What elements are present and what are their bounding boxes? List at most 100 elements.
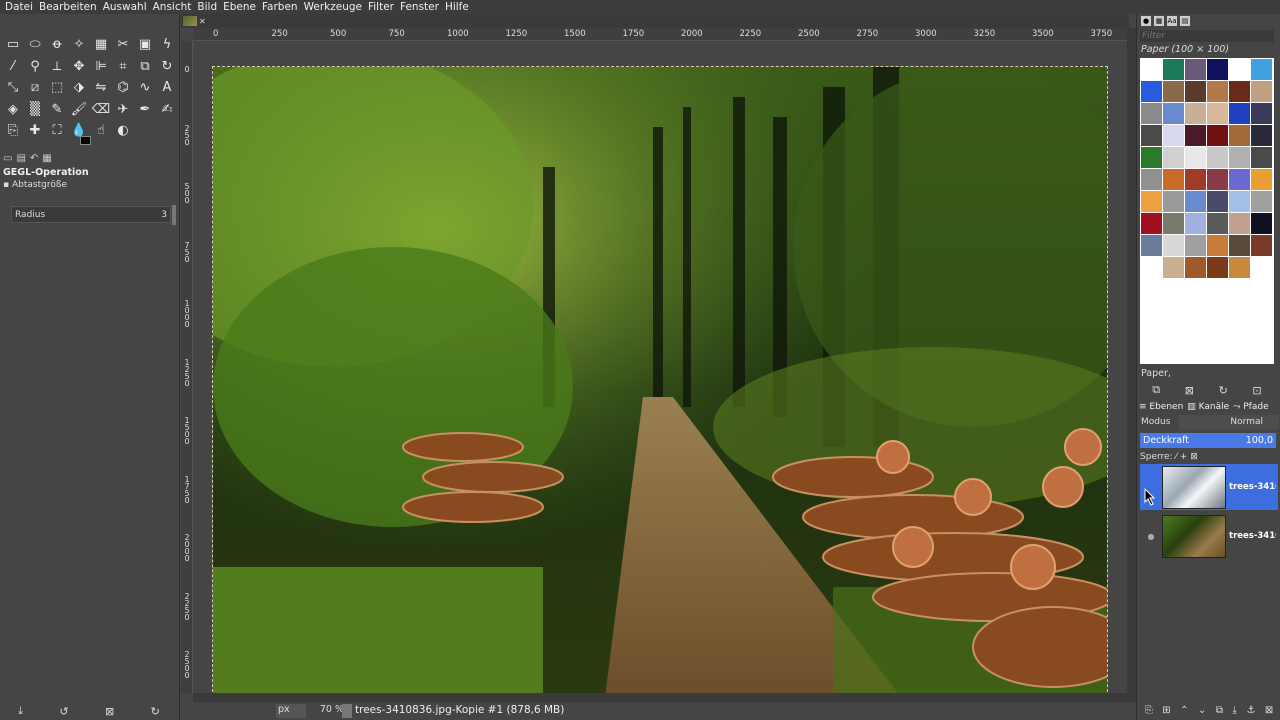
pattern-swatch[interactable] xyxy=(1251,81,1272,102)
lower-layer-icon[interactable]: ⌄ xyxy=(1198,705,1206,716)
pattern-swatch[interactable] xyxy=(1185,103,1206,124)
pattern-swatch[interactable] xyxy=(1141,81,1162,102)
pattern-swatch[interactable] xyxy=(1229,147,1250,168)
pattern-swatch[interactable] xyxy=(1207,59,1228,80)
scissors-icon[interactable]: ✂ xyxy=(112,34,134,56)
pencil-icon[interactable]: ✎ xyxy=(46,99,68,121)
patterns-tab-icon[interactable]: ▦ xyxy=(1154,16,1164,26)
pattern-swatch[interactable] xyxy=(1207,103,1228,124)
new-layer-icon[interactable]: ⎘ xyxy=(1145,705,1153,716)
tool-options-tab-icon[interactable]: ▭ xyxy=(3,153,12,165)
foreground-select-icon[interactable]: ▣ xyxy=(134,34,156,56)
pattern-swatch[interactable] xyxy=(1229,81,1250,102)
pattern-swatch[interactable] xyxy=(1163,235,1184,256)
pattern-swatch[interactable] xyxy=(1229,125,1250,146)
paths-icon[interactable]: ϟ xyxy=(156,34,178,56)
pattern-swatch[interactable] xyxy=(1163,191,1184,212)
pattern-swatch[interactable] xyxy=(1251,59,1272,80)
menu-item-4[interactable]: Bild xyxy=(194,1,220,13)
pattern-swatch[interactable] xyxy=(1207,213,1228,234)
tab-paths[interactable]: ⤳ Pfade xyxy=(1233,402,1268,414)
crop-icon[interactable]: ⌗ xyxy=(112,56,134,78)
image-tab[interactable]: ✕ xyxy=(183,15,207,27)
pattern-swatch[interactable] xyxy=(1163,147,1184,168)
pattern-swatch[interactable] xyxy=(1251,147,1272,168)
color-select-icon[interactable]: ▦ xyxy=(90,34,112,56)
delete-pattern-icon[interactable]: ⊠ xyxy=(1185,384,1194,397)
pattern-swatch[interactable] xyxy=(1163,169,1184,190)
layer-row[interactable]: ● trees-3410 xyxy=(1140,513,1278,559)
duplicate-pattern-icon[interactable]: ⧉ xyxy=(1152,383,1160,397)
pattern-swatch[interactable] xyxy=(1229,169,1250,190)
unified-transform-icon[interactable]: ⧉ xyxy=(134,56,156,78)
pattern-swatch[interactable] xyxy=(1185,81,1206,102)
menu-item-8[interactable]: Filter xyxy=(365,1,397,13)
pattern-swatch[interactable] xyxy=(1163,213,1184,234)
pattern-swatch[interactable] xyxy=(1229,257,1250,278)
pattern-swatch[interactable] xyxy=(1251,213,1272,234)
pattern-swatch[interactable] xyxy=(1207,235,1228,256)
anchor-icon[interactable]: ⚓ xyxy=(1246,705,1255,716)
fg-bg-colors[interactable] xyxy=(80,136,100,152)
pattern-swatch[interactable] xyxy=(1251,103,1272,124)
zoom-dropdown-button[interactable] xyxy=(342,704,352,718)
pattern-swatch[interactable] xyxy=(1251,257,1272,278)
pattern-swatch[interactable] xyxy=(1163,257,1184,278)
pattern-swatch[interactable] xyxy=(1163,59,1184,80)
pattern-swatch[interactable] xyxy=(1141,213,1162,234)
open-pattern-icon[interactable]: ⊡ xyxy=(1252,384,1261,397)
pattern-swatch[interactable] xyxy=(1229,191,1250,212)
flip-icon[interactable]: ⇋ xyxy=(90,77,112,99)
pattern-swatch[interactable] xyxy=(1229,59,1250,80)
measure-icon[interactable]: ⟂ xyxy=(46,56,68,78)
airbrush-icon[interactable]: ✈ xyxy=(112,99,134,121)
ellipse-select-icon[interactable]: ⬭ xyxy=(24,34,46,56)
raise-layer-icon[interactable]: ⌃ xyxy=(1180,705,1188,716)
perspective-clone-icon[interactable]: ⛶ xyxy=(46,120,68,142)
save-options-icon[interactable]: ⤓ xyxy=(18,704,23,718)
fuzzy-select-icon[interactable]: ✧ xyxy=(68,34,90,56)
pattern-swatch[interactable] xyxy=(1229,213,1250,234)
pattern-swatch[interactable] xyxy=(1163,81,1184,102)
lock-row[interactable]: Sperre: ⁄ + ⊠ xyxy=(1140,452,1198,462)
radius-slider-handle[interactable] xyxy=(172,205,176,225)
sample-size-section[interactable]: ▪ Abtastgröße xyxy=(0,180,178,190)
pattern-swatch[interactable] xyxy=(1163,103,1184,124)
pattern-swatch[interactable] xyxy=(1185,147,1206,168)
pattern-swatch[interactable] xyxy=(1207,169,1228,190)
merge-down-icon[interactable]: ⤓ xyxy=(1232,705,1236,716)
pattern-swatch[interactable] xyxy=(1141,103,1162,124)
rect-select-icon[interactable]: ▭ xyxy=(2,34,24,56)
pattern-swatch[interactable] xyxy=(1185,213,1206,234)
pattern-swatch[interactable] xyxy=(1251,125,1272,146)
delete-options-icon[interactable]: ⊠ xyxy=(105,705,114,718)
pattern-swatch[interactable] xyxy=(1229,235,1250,256)
mypaint-brush-icon[interactable]: ✍ xyxy=(156,99,178,121)
pattern-swatch[interactable] xyxy=(1141,191,1162,212)
pattern-swatch[interactable] xyxy=(1185,125,1206,146)
pattern-swatch[interactable] xyxy=(1185,191,1206,212)
menu-item-0[interactable]: Datei xyxy=(2,1,36,13)
dodge-burn-icon[interactable]: ◐ xyxy=(112,120,134,142)
pattern-swatch[interactable] xyxy=(1207,81,1228,102)
pattern-swatch[interactable] xyxy=(1207,257,1228,278)
refresh-patterns-icon[interactable]: ↻ xyxy=(1219,384,1228,397)
zoom-field[interactable]: 70 % xyxy=(316,704,344,718)
menu-item-3[interactable]: Ansicht xyxy=(150,1,195,13)
menu-item-5[interactable]: Ebene xyxy=(220,1,259,13)
opacity-spinscale[interactable]: Deckkraft 100,0 xyxy=(1140,433,1276,448)
pattern-swatch[interactable] xyxy=(1141,59,1162,80)
delete-layer-icon[interactable]: ⊠ xyxy=(1265,705,1273,716)
visibility-eye-icon[interactable]: ● xyxy=(1140,532,1162,541)
menu-item-2[interactable]: Auswahl xyxy=(100,1,150,13)
mode-select[interactable]: Normal xyxy=(1179,415,1279,429)
pattern-swatch[interactable] xyxy=(1185,235,1206,256)
brushes-tab-icon[interactable]: ● xyxy=(1141,16,1151,26)
warp-icon[interactable]: ∿ xyxy=(134,77,156,99)
tab-channels[interactable]: ▥ Kanäle xyxy=(1187,402,1229,414)
move-icon[interactable]: ✥ xyxy=(68,56,90,78)
pattern-swatch[interactable] xyxy=(1251,191,1272,212)
cage-icon[interactable]: ⌬ xyxy=(112,77,134,99)
eraser-icon[interactable]: ⌫ xyxy=(90,99,112,121)
pattern-swatch[interactable] xyxy=(1163,125,1184,146)
